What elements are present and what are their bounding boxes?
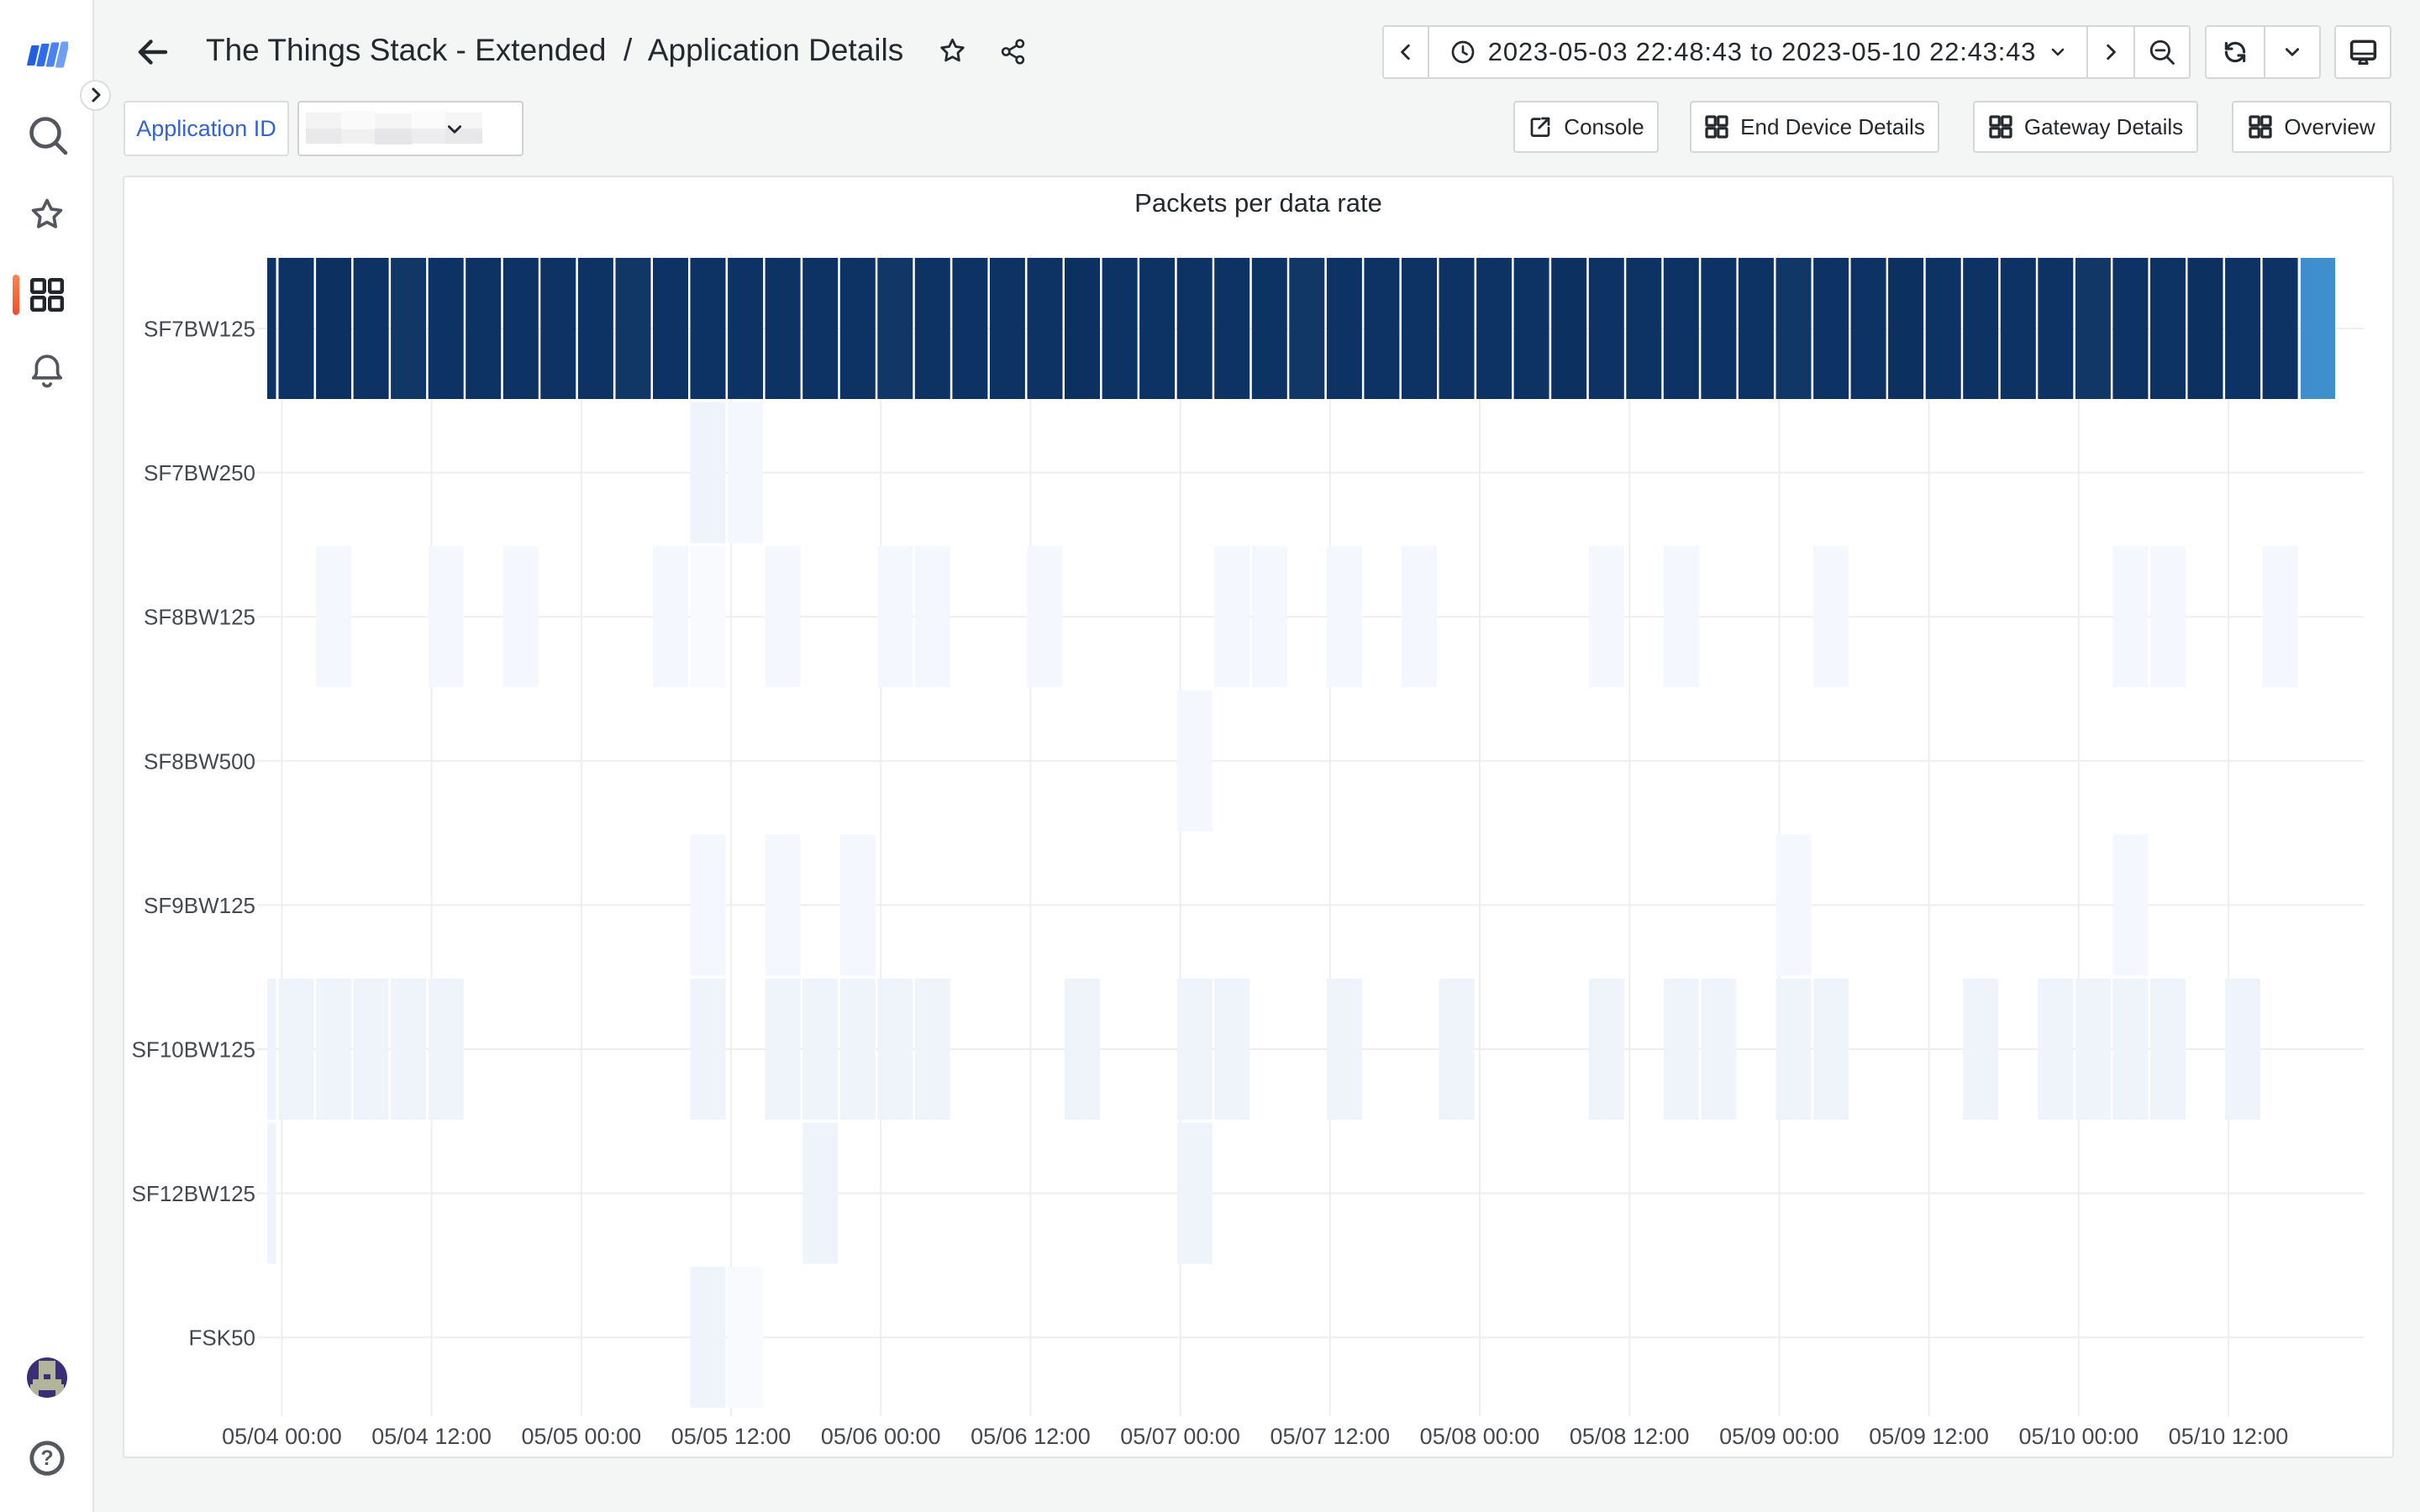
svg-text:05/10 00:00: 05/10 00:00 — [2018, 1424, 2139, 1449]
svg-text:05/04 00:00: 05/04 00:00 — [222, 1424, 342, 1449]
svg-text:SF9BW125: SF9BW125 — [144, 893, 255, 918]
svg-text:05/09 00:00: 05/09 00:00 — [1719, 1424, 1839, 1449]
svg-text:05/06 12:00: 05/06 12:00 — [971, 1424, 1091, 1449]
svg-text:05/10 12:00: 05/10 12:00 — [2169, 1424, 2289, 1449]
svg-text:SF12BW125: SF12BW125 — [132, 1181, 255, 1206]
svg-text:05/05 00:00: 05/05 00:00 — [521, 1424, 641, 1449]
svg-text:FSK50: FSK50 — [189, 1326, 256, 1351]
svg-text:SF8BW500: SF8BW500 — [144, 748, 255, 774]
svg-text:05/05 12:00: 05/05 12:00 — [671, 1424, 792, 1449]
svg-text:05/08 12:00: 05/08 12:00 — [1570, 1424, 1690, 1449]
svg-text:SF10BW125: SF10BW125 — [132, 1037, 255, 1063]
svg-text:SF7BW125: SF7BW125 — [144, 317, 255, 342]
svg-text:05/04 12:00: 05/04 12:00 — [371, 1424, 492, 1449]
svg-text:SF7BW250: SF7BW250 — [144, 460, 255, 486]
svg-text:05/06 00:00: 05/06 00:00 — [821, 1424, 941, 1449]
svg-text:05/09 12:00: 05/09 12:00 — [1869, 1424, 1989, 1449]
svg-text:05/07 00:00: 05/07 00:00 — [1120, 1424, 1240, 1449]
svg-text:05/07 12:00: 05/07 12:00 — [1270, 1424, 1390, 1449]
svg-text:SF8BW125: SF8BW125 — [144, 605, 255, 630]
svg-text:?: ? — [40, 1446, 53, 1470]
svg-text:05/08 00:00: 05/08 00:00 — [1420, 1424, 1540, 1449]
